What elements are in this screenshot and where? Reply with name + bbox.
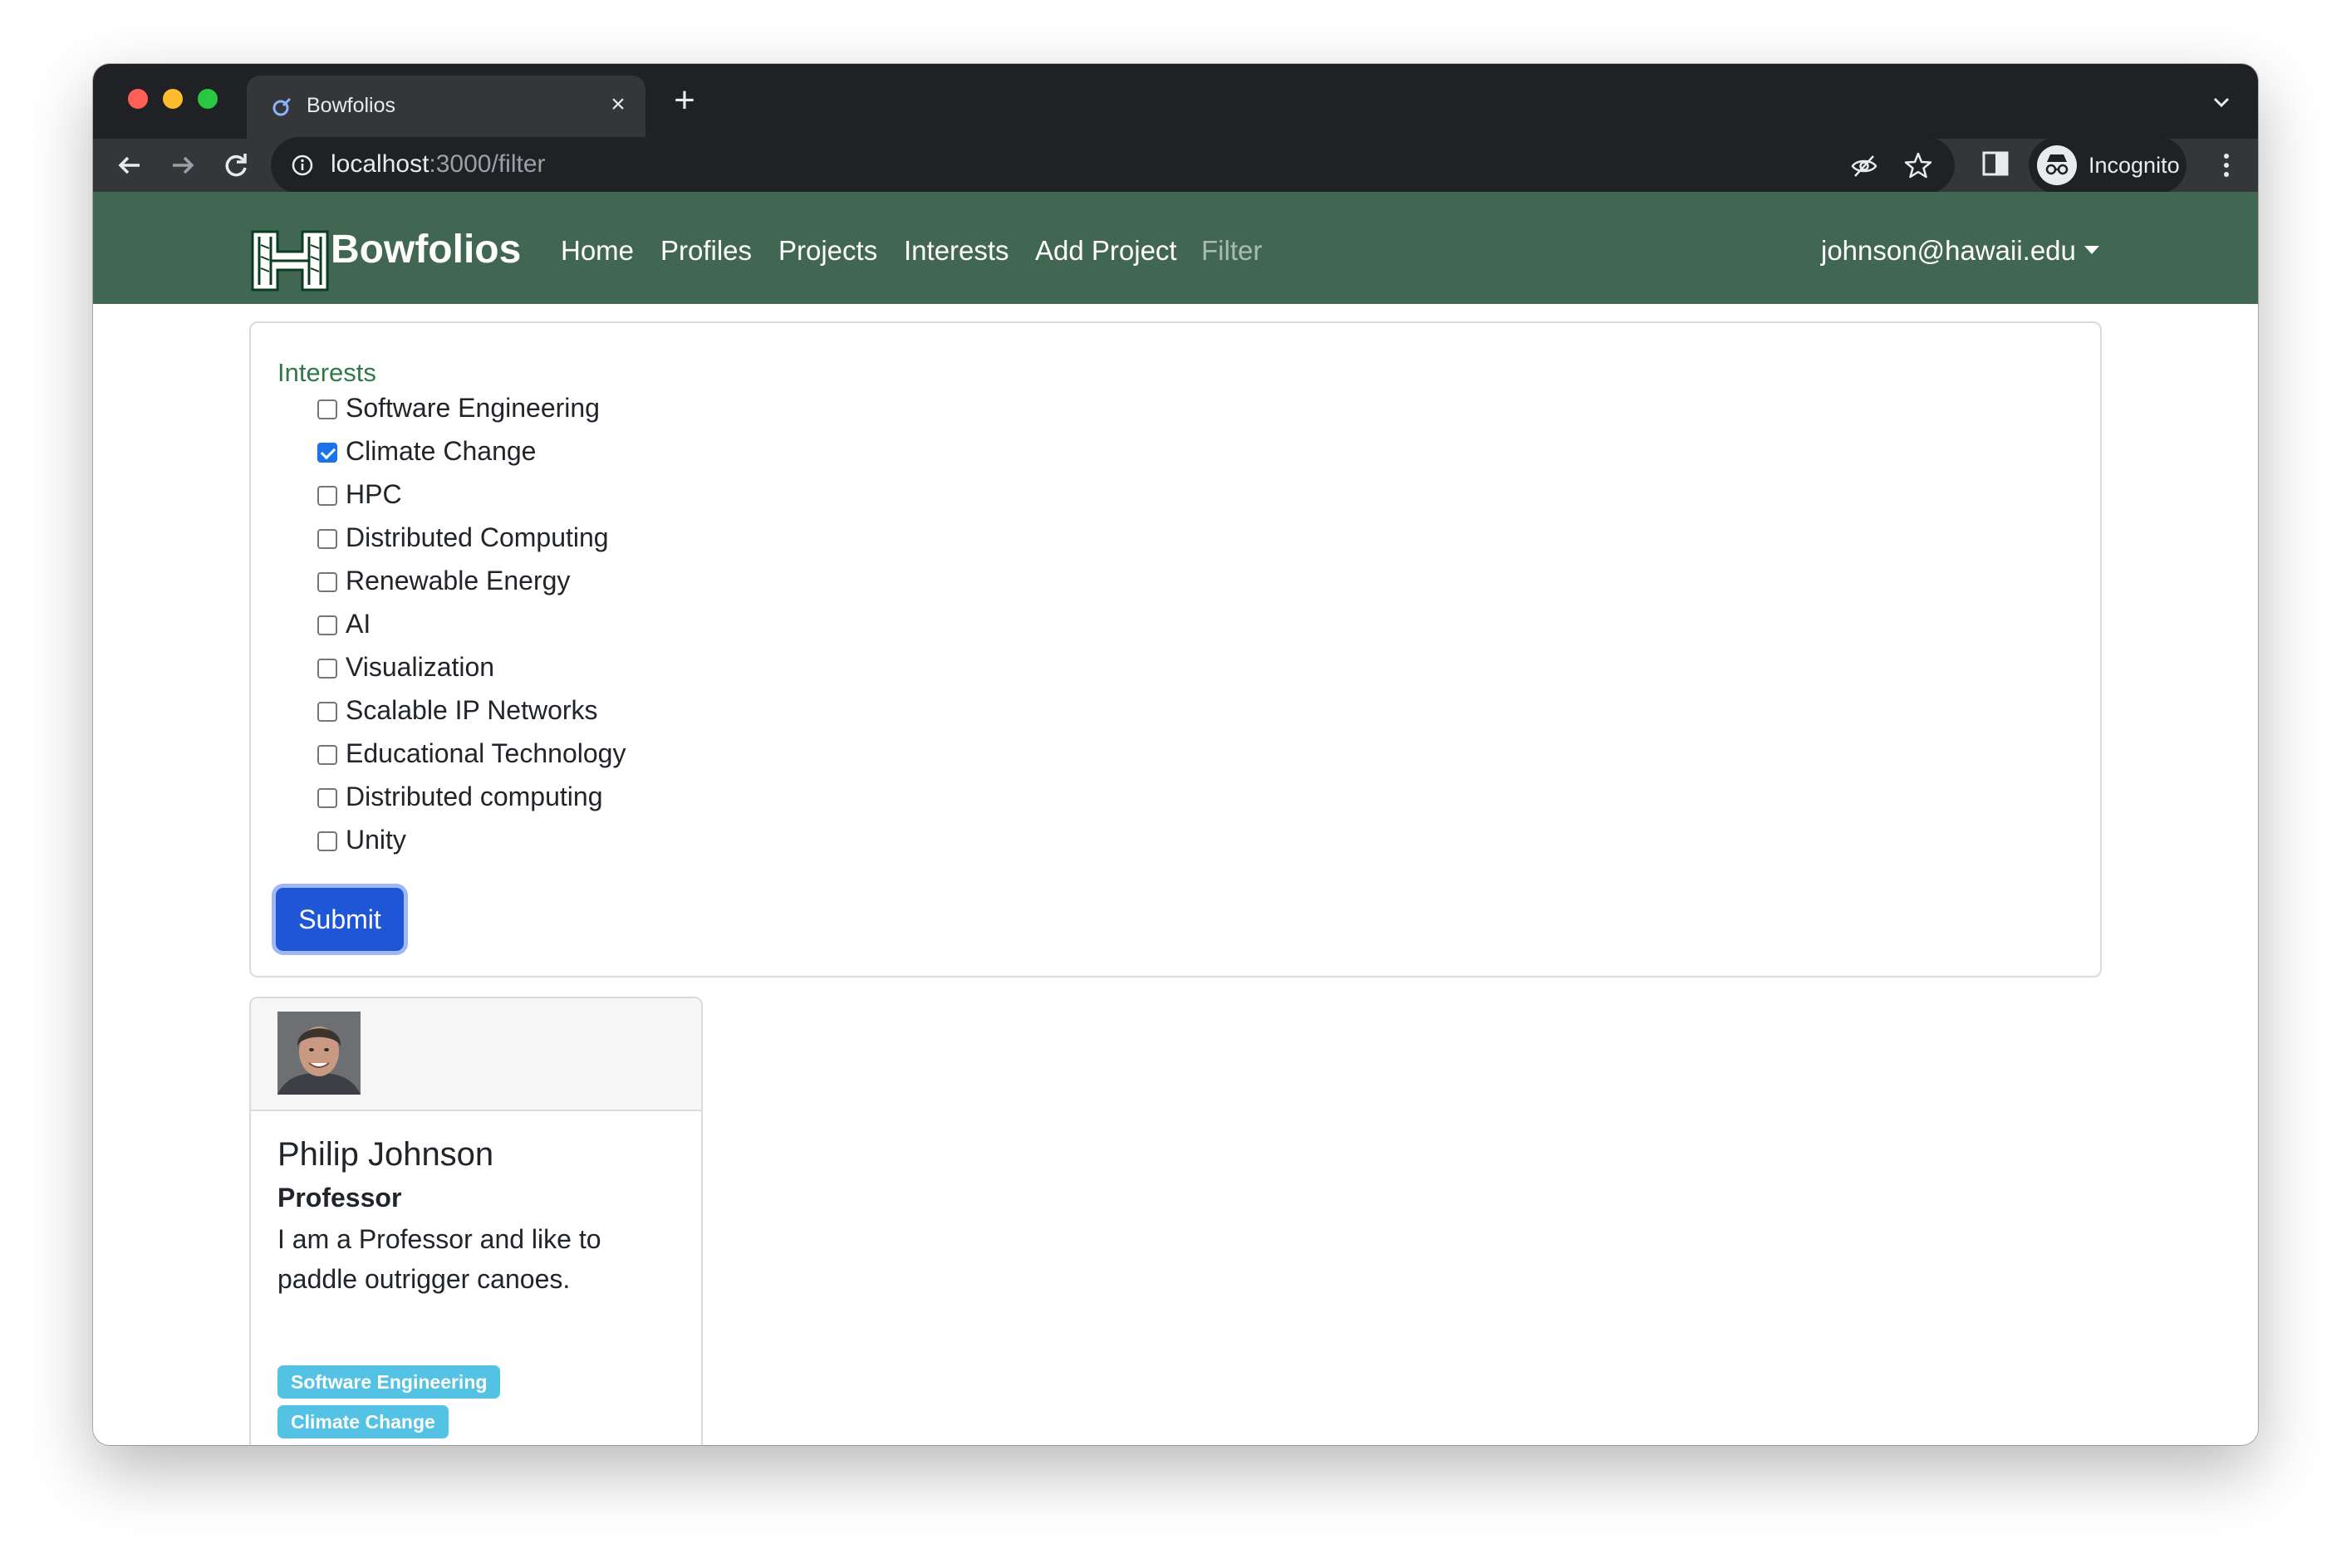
bookmark-star-icon[interactable] (1903, 150, 1933, 180)
incognito-profile-button[interactable]: Incognito (2029, 137, 2187, 194)
interest-option-label: Distributed computing (346, 782, 603, 811)
avatar (277, 1012, 361, 1095)
incognito-label: Incognito (2088, 153, 2180, 178)
interest-option-label: Educational Technology (346, 738, 626, 768)
nav-add-project[interactable]: Add Project (1035, 235, 1177, 267)
interest-checkbox[interactable] (317, 399, 337, 419)
interest-badge: Climate Change (277, 1405, 449, 1438)
site-navbar: Bowfolios Home Profiles Projects Interes… (93, 192, 2258, 304)
tab-close-icon[interactable]: × (604, 91, 632, 119)
interest-checkbox[interactable] (317, 572, 337, 592)
interest-option-label: AI (346, 609, 371, 639)
back-arrow-icon[interactable] (111, 147, 148, 184)
url-text: localhost:3000/filter (331, 150, 546, 179)
interest-option-label: Unity (346, 825, 406, 855)
reload-icon[interactable] (218, 147, 254, 184)
zoom-window-button[interactable] (198, 89, 218, 109)
interest-checkbox[interactable] (317, 702, 337, 722)
profile-card: Philip Johnson Professor I am a Professo… (249, 997, 703, 1445)
browser-menu-kebab-icon[interactable] (2218, 149, 2235, 182)
interest-checkbox[interactable] (317, 486, 337, 506)
interest-option-label: Visualization (346, 652, 495, 682)
site-brand[interactable]: Bowfolios (331, 227, 521, 272)
bowfolios-favicon-icon (272, 97, 292, 116)
profile-name: Philip Johnson (277, 1136, 494, 1173)
nav-filter[interactable]: Filter (1201, 235, 1262, 267)
dropdown-caret-icon (2084, 246, 2099, 255)
interest-checkbox[interactable] (317, 745, 337, 765)
submit-button[interactable]: Submit (276, 888, 404, 951)
incognito-icon (2037, 145, 2077, 185)
tab-search-chevron-icon[interactable] (2203, 84, 2240, 120)
nav-projects[interactable]: Projects (778, 235, 877, 267)
new-tab-plus-icon[interactable]: + (666, 82, 703, 120)
interest-badge: Software Engineering (277, 1365, 501, 1399)
interest-checkbox[interactable] (317, 659, 337, 679)
interest-checkbox[interactable] (317, 615, 337, 635)
profile-title: Professor (277, 1183, 402, 1213)
minimize-window-button[interactable] (163, 89, 183, 109)
close-window-button[interactable] (128, 89, 148, 109)
side-panel-icon[interactable] (1979, 147, 2012, 180)
profile-card-header (251, 998, 701, 1111)
interest-option-label: Climate Change (346, 436, 537, 466)
address-bar[interactable]: localhost:3000/filter (271, 137, 1955, 194)
user-email: johnson@hawaii.edu (1821, 235, 2076, 266)
interest-option-label: Distributed Computing (346, 522, 609, 552)
tab-title: Bowfolios (307, 94, 395, 117)
interest-checkbox[interactable] (317, 788, 337, 808)
interest-checkbox[interactable] (317, 443, 337, 463)
interest-option-label: Software Engineering (346, 393, 600, 423)
url-path: :3000/filter (429, 150, 546, 178)
interest-option-label: Scalable IP Networks (346, 695, 598, 725)
tab-strip: Bowfolios × + (93, 64, 2258, 139)
url-host: localhost (331, 150, 429, 178)
browser-window: Bowfolios × + localhost:3000/filter Inco… (93, 64, 2258, 1445)
nav-interests[interactable]: Interests (904, 235, 1009, 267)
browser-toolbar: localhost:3000/filter Incognito (93, 137, 2258, 194)
user-dropdown[interactable]: johnson@hawaii.edu (1821, 235, 2099, 267)
interest-checkbox[interactable] (317, 529, 337, 549)
interest-option-label: Renewable Energy (346, 566, 571, 595)
tracking-protection-eye-icon[interactable] (1850, 152, 1878, 180)
filter-form: Interests Software Engineering Climate C… (249, 321, 2102, 978)
nav-profiles[interactable]: Profiles (660, 235, 752, 267)
nav-home[interactable]: Home (561, 235, 634, 267)
site-info-icon[interactable] (291, 154, 314, 177)
browser-tab[interactable]: Bowfolios × (247, 76, 645, 139)
interest-option-label: HPC (346, 479, 402, 509)
profile-bio: I am a Professor and like to paddle outr… (277, 1224, 601, 1294)
interests-label: Interests (277, 358, 376, 387)
hawaii-h-logo-icon[interactable] (249, 227, 331, 295)
interest-checkbox[interactable] (317, 831, 337, 851)
forward-arrow-icon[interactable] (164, 147, 201, 184)
